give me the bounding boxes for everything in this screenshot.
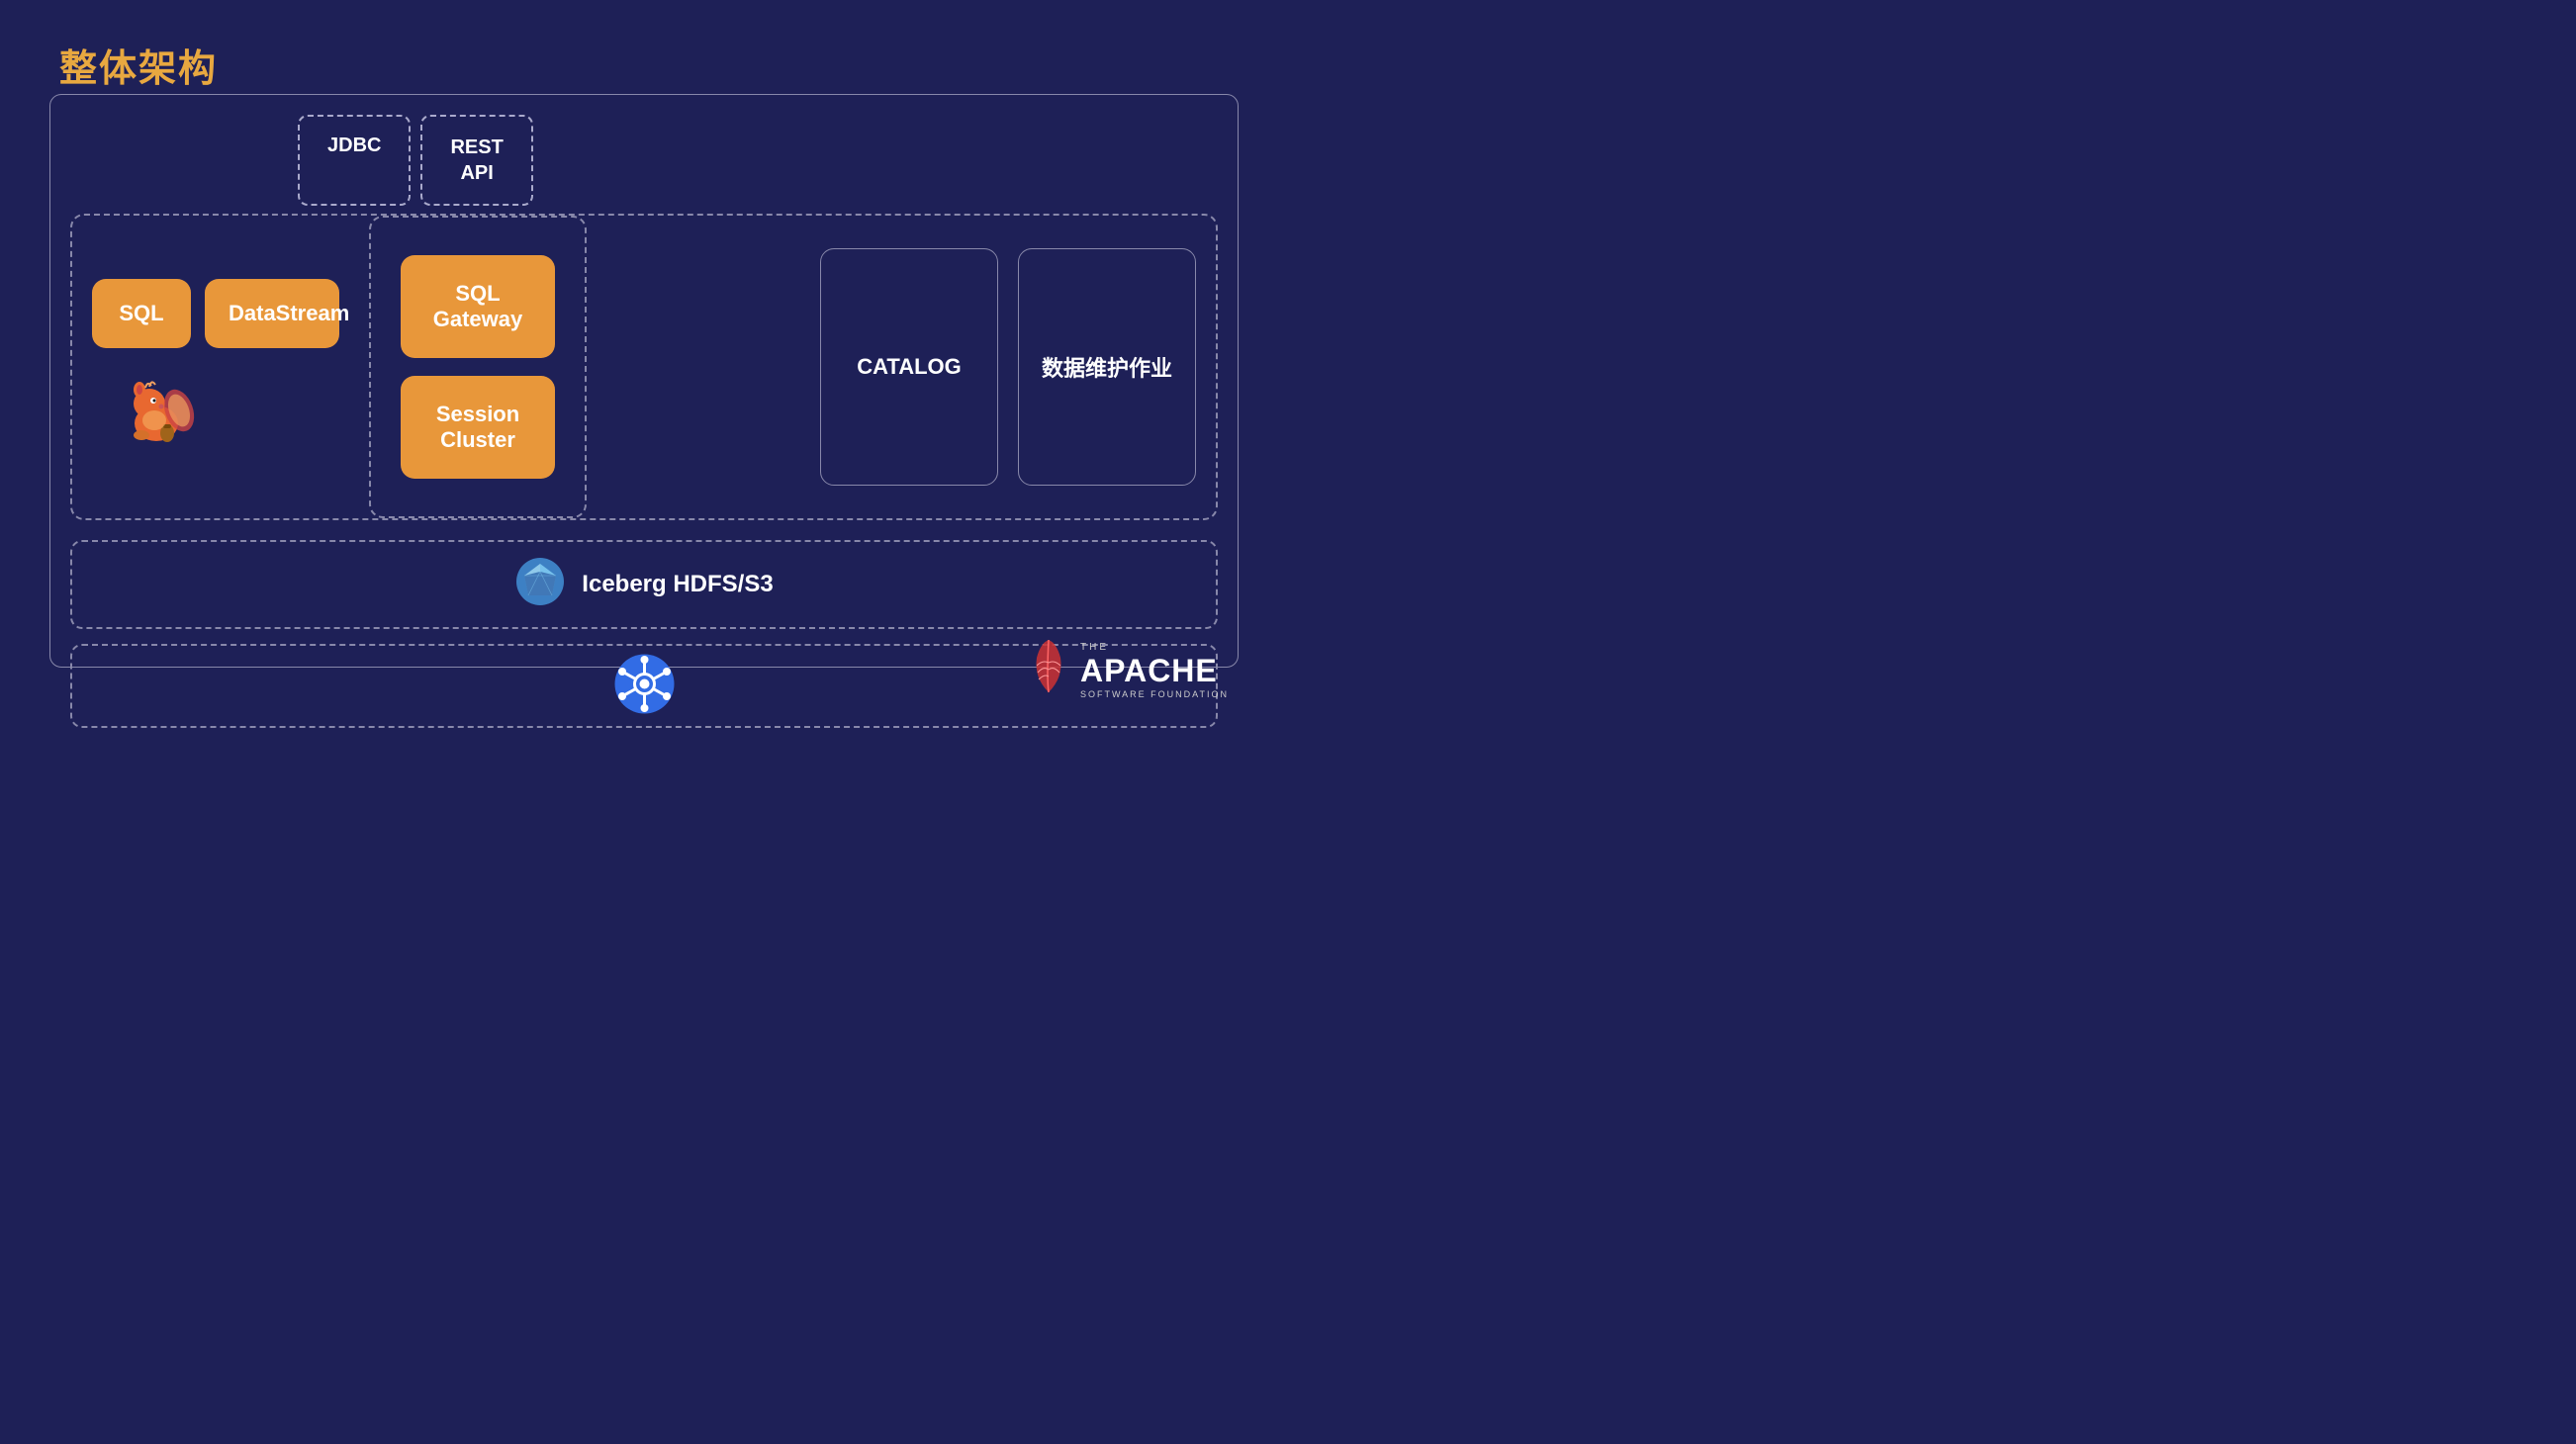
main-container: JDBC RESTAPI SQL DataStream — [49, 94, 1239, 668]
iceberg-section: Iceberg HDFS/S3 — [70, 540, 1218, 629]
top-api-section: JDBC RESTAPI — [298, 115, 533, 206]
datastream-box: DataStream — [205, 279, 339, 348]
catalog-box: CATALOG — [820, 248, 998, 486]
apache-the-label: THE — [1080, 642, 1229, 653]
right-group: CATALOG 数据维护作业 — [820, 216, 1216, 518]
jdbc-box: JDBC — [298, 115, 411, 206]
center-group: SQL Gateway Session Cluster — [369, 216, 587, 518]
sql-gateway-box: SQL Gateway — [401, 255, 555, 358]
squirrel-icon — [112, 366, 339, 455]
apache-name-label: APACHE — [1080, 653, 1229, 689]
session-cluster-box: Session Cluster — [401, 376, 555, 479]
apache-sub-label: SOFTWARE FOUNDATION — [1080, 689, 1229, 699]
iceberg-text: Iceberg HDFS/S3 — [582, 571, 773, 598]
left-boxes-row: SQL DataStream — [92, 279, 339, 348]
page-title: 整体架构 — [59, 38, 218, 92]
apache-text-area: THE APACHE SOFTWARE FOUNDATION — [1080, 642, 1229, 699]
sql-box: SQL — [92, 279, 191, 348]
kubernetes-icon — [612, 652, 677, 721]
apache-logo: THE APACHE SOFTWARE FOUNDATION — [1029, 638, 1229, 702]
middle-section: SQL DataStream — [70, 214, 1218, 520]
data-maintenance-box: 数据维护作业 — [1018, 248, 1196, 486]
iceberg-icon — [514, 556, 566, 614]
rest-api-box: RESTAPI — [420, 115, 532, 206]
left-group: SQL DataStream — [72, 259, 359, 475]
apache-feather-icon — [1029, 638, 1068, 702]
